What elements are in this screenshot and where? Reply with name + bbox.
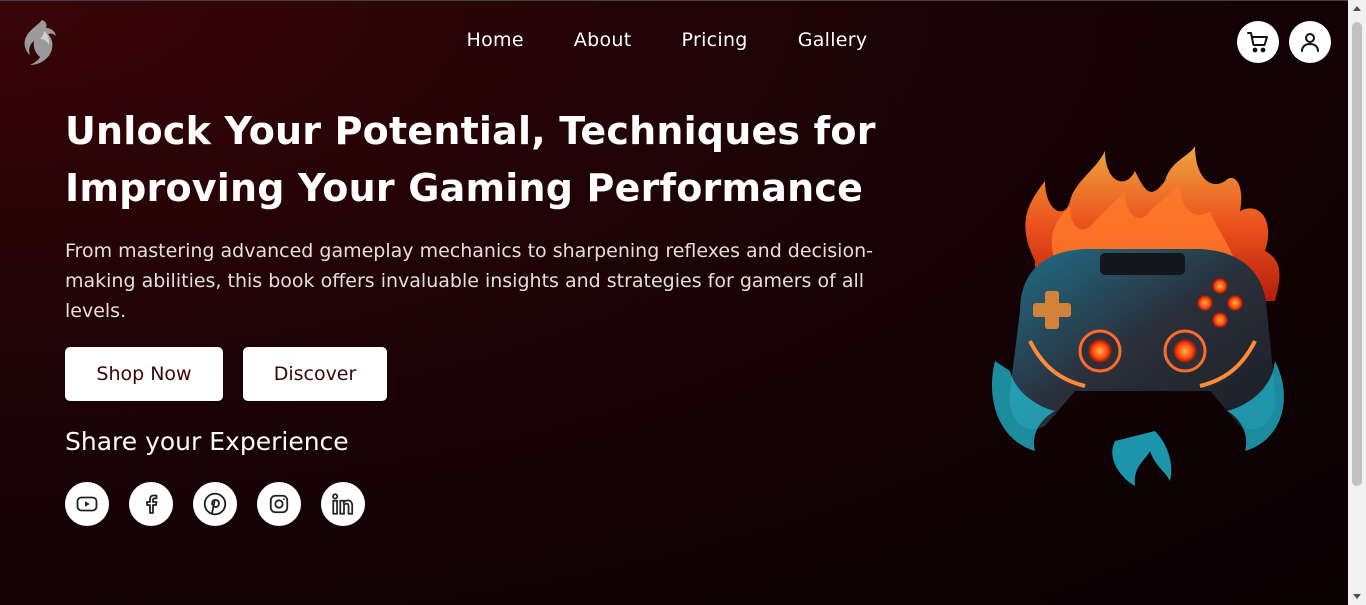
nav-pricing[interactable]: Pricing <box>682 29 748 51</box>
shop-now-button[interactable]: Shop Now <box>65 347 223 401</box>
pinterest-link[interactable] <box>193 482 237 526</box>
user-icon <box>1301 33 1319 52</box>
user-button[interactable] <box>1289 21 1331 63</box>
scroll-up-icon[interactable] <box>1353 6 1361 11</box>
hero-description: From mastering advanced gameplay mechani… <box>65 240 873 322</box>
instagram-link[interactable] <box>257 482 301 526</box>
discover-button[interactable]: Discover <box>243 347 387 401</box>
nav-home[interactable]: Home <box>467 29 524 51</box>
linkedin-link[interactable] <box>321 482 365 526</box>
main-nav: Home About Pricing Gallery <box>0 29 1348 51</box>
scroll-thumb[interactable] <box>1352 22 1362 486</box>
social-links <box>65 482 365 526</box>
hero-page: Home About Pricing Gallery Unlock Your P… <box>0 0 1348 605</box>
facebook-link[interactable] <box>129 482 173 526</box>
youtube-link[interactable] <box>65 482 109 526</box>
vertical-scrollbar[interactable] <box>1348 0 1366 605</box>
instagram-icon <box>269 494 289 514</box>
scroll-down-icon[interactable] <box>1353 594 1361 599</box>
hero-title: Unlock Your Potential, Techniques for Im… <box>65 109 876 210</box>
pinterest-icon <box>203 492 227 516</box>
linkedin-icon <box>332 493 354 515</box>
cart-icon <box>1247 32 1268 53</box>
share-title: Share your Experience <box>65 427 349 456</box>
nav-gallery[interactable]: Gallery <box>798 29 868 51</box>
cart-button[interactable] <box>1237 21 1279 63</box>
facebook-icon <box>146 494 158 514</box>
nav-about[interactable]: About <box>574 29 632 51</box>
youtube-icon <box>76 496 98 512</box>
flaming-game-controller-image <box>991 146 1284 486</box>
